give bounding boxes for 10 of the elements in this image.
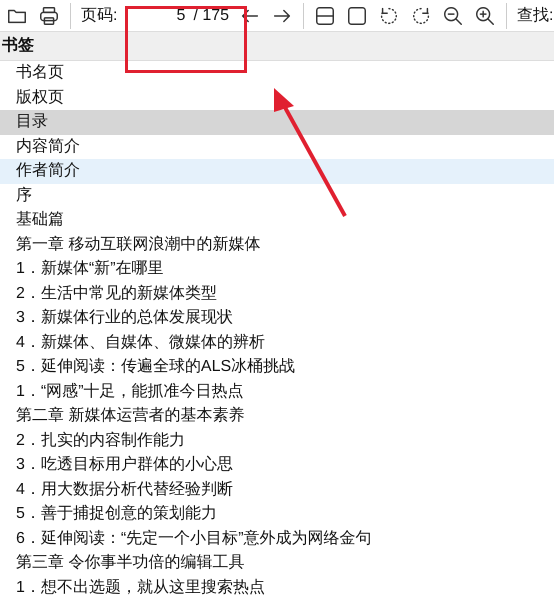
split-view-icon[interactable] <box>314 4 336 26</box>
bookmark-item[interactable]: 目录 <box>0 110 554 134</box>
zoom-in-icon[interactable] <box>474 4 496 26</box>
find-label: 查找: <box>517 6 554 26</box>
panel-title: 书签 <box>2 36 34 56</box>
square-icon[interactable] <box>346 4 368 26</box>
print-icon[interactable] <box>38 4 60 26</box>
page-label: 页码: <box>81 6 118 26</box>
zoom-out-icon[interactable] <box>442 4 464 26</box>
bookmark-item[interactable]: 作者简介 <box>0 159 554 184</box>
